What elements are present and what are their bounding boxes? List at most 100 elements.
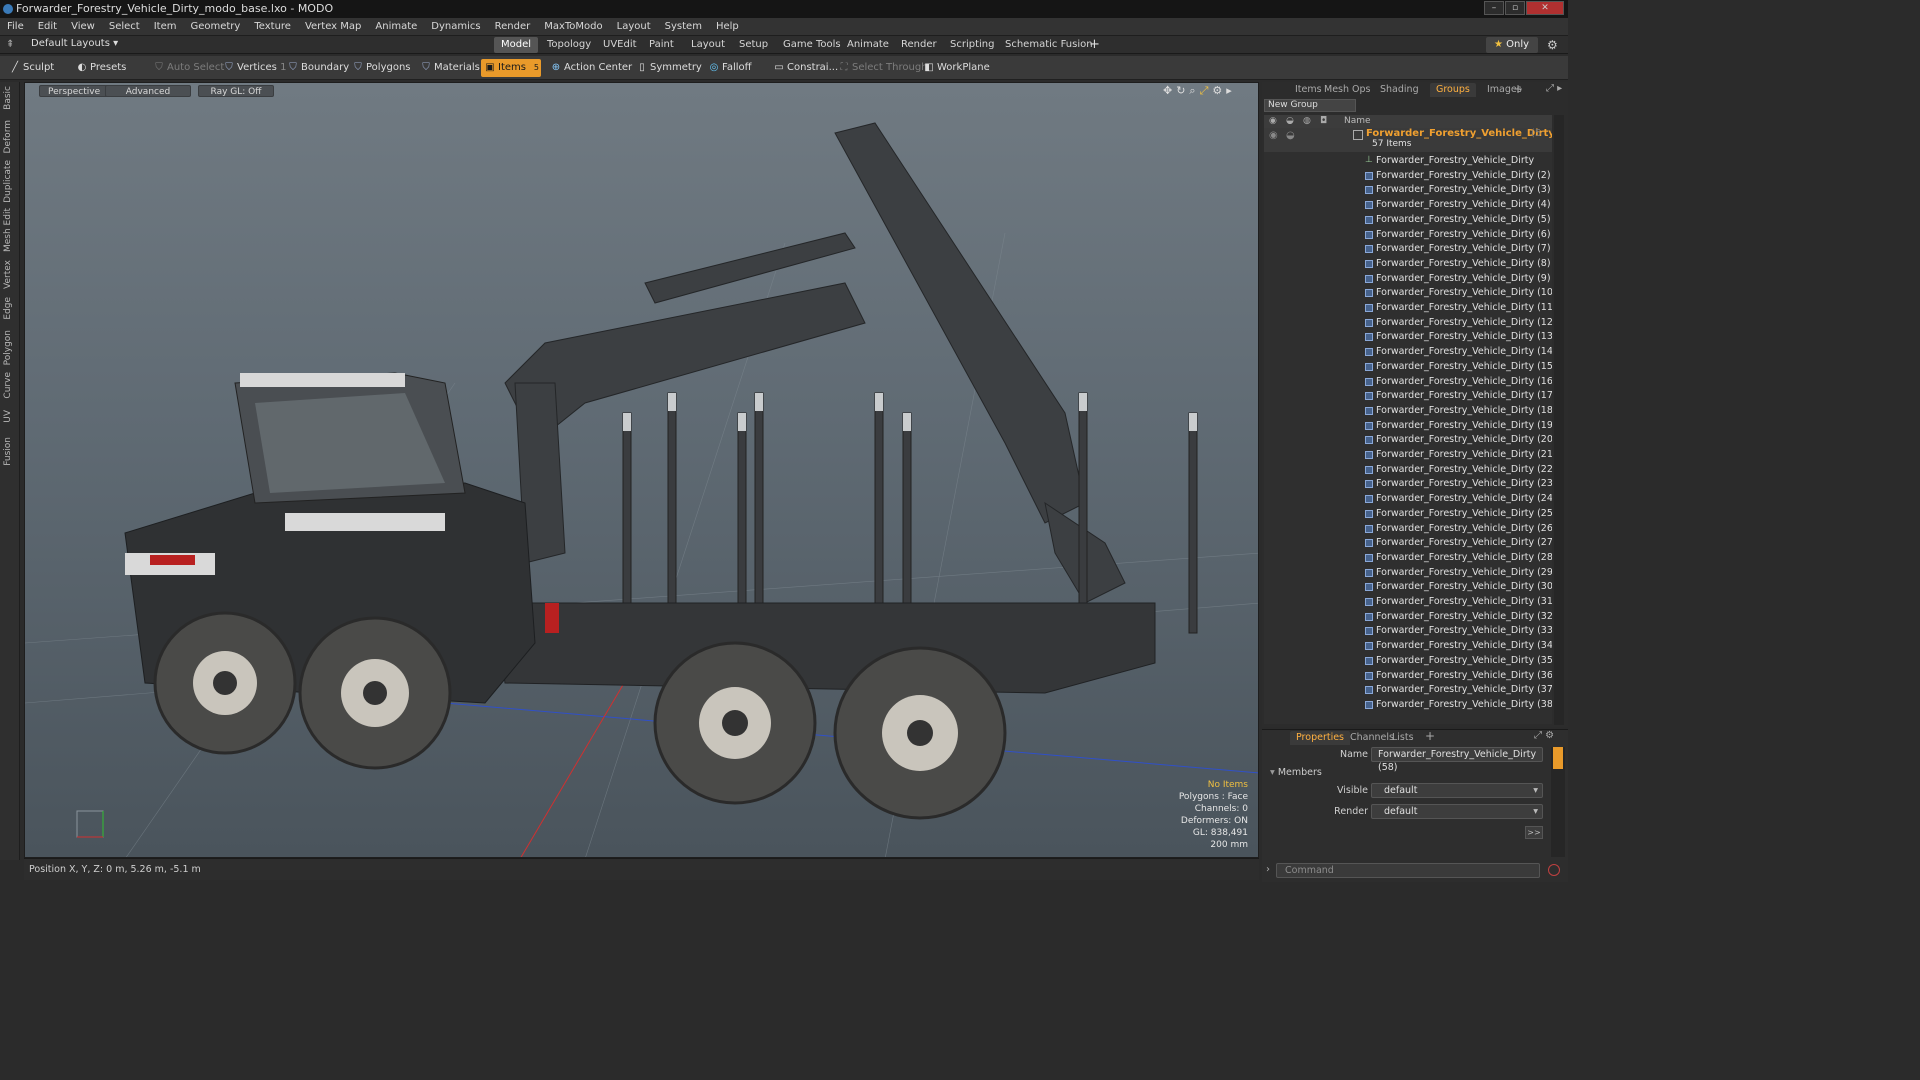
prop-tab-lists[interactable]: Lists [1386, 731, 1420, 745]
tab-topology[interactable]: Topology [540, 37, 598, 53]
tab-paint[interactable]: Paint [642, 37, 681, 53]
group-item-row[interactable]: Forwarder_Forestry_Vehicle_Dirty (17) [1264, 389, 1552, 404]
expand-button[interactable]: >> [1525, 826, 1543, 839]
tab-setup[interactable]: Setup [732, 37, 775, 53]
group-item-row[interactable]: Forwarder_Forestry_Vehicle_Dirty (7) [1264, 242, 1552, 257]
visible-dropdown[interactable]: default ▾ [1371, 783, 1543, 798]
items-button[interactable]: ▣ Items 5 [481, 59, 541, 77]
left-tab-basic[interactable]: Basic [3, 86, 17, 110]
add-properties-tab-icon[interactable]: + [1425, 729, 1435, 743]
left-tab-curve[interactable]: Curve [3, 372, 17, 399]
materials-button[interactable]: ⛉ Materials [417, 59, 484, 77]
properties-expand-icon[interactable]: ⤢ ⚙ [1534, 730, 1554, 741]
close-button[interactable]: ✕ [1526, 1, 1564, 15]
right-tab-shading[interactable]: Shading [1374, 83, 1425, 97]
group-item-row[interactable]: Forwarder_Forestry_Vehicle_Dirty (13) [1264, 330, 1552, 345]
render-toggle-icon[interactable]: ◒ [1286, 130, 1295, 141]
group-item-row[interactable]: Forwarder_Forestry_Vehicle_Dirty (30) [1264, 580, 1552, 595]
select-through-button[interactable]: ⛶ Select Through [835, 59, 932, 77]
group-item-row[interactable]: Forwarder_Forestry_Vehicle_Dirty (3) [1264, 183, 1552, 198]
command-input[interactable]: Command [1276, 863, 1540, 878]
group-item-row[interactable]: Forwarder_Forestry_Vehicle_Dirty (10) [1264, 286, 1552, 301]
maximize-button[interactable]: ▫ [1505, 1, 1525, 15]
group-row[interactable]: ◉ ◒ Forwarder_Forestry_Vehicle_Dirty (5 … [1264, 128, 1552, 152]
falloff-button[interactable]: ◎ Falloff [705, 59, 756, 77]
group-item-row[interactable]: Forwarder_Forestry_Vehicle_Dirty (14) [1264, 345, 1552, 360]
group-item-row[interactable]: Forwarder_Forestry_Vehicle_Dirty (6) [1264, 228, 1552, 243]
group-item-row[interactable]: Forwarder_Forestry_Vehicle_Dirty (33) [1264, 624, 1552, 639]
tab-render[interactable]: Render [894, 37, 944, 53]
group-item-row[interactable]: Forwarder_Forestry_Vehicle_Dirty (32) [1264, 610, 1552, 625]
tab-schematic-fusion[interactable]: Schematic Fusion [998, 37, 1100, 53]
tab-model[interactable]: Model [494, 37, 539, 53]
left-tab-duplicate[interactable]: Duplicate [3, 160, 17, 203]
group-item-row[interactable]: Forwarder_Forestry_Vehicle_Dirty (5) [1264, 213, 1552, 228]
name-column-header[interactable]: Name [1344, 115, 1371, 128]
vertices-button[interactable]: ⛉ Vertices 1 [220, 59, 290, 77]
name-field[interactable]: Forwarder_Forestry_Vehicle_Dirty (58) [1371, 747, 1543, 773]
left-tab-polygon[interactable]: Polygon [3, 330, 17, 365]
menu-view[interactable]: View [64, 18, 102, 36]
expand-panel-icon[interactable]: ⤢ ▸ [1546, 83, 1562, 94]
tab-scripting[interactable]: Scripting [943, 37, 1001, 53]
layout-arrow-icon[interactable]: ⇞ [6, 39, 14, 50]
visibility-icon[interactable]: ◉ [1269, 130, 1278, 141]
auto-select-button[interactable]: ⛉ Auto Select [150, 59, 228, 77]
orange-side-tab[interactable] [1553, 747, 1563, 769]
group-item-row[interactable]: Forwarder_Forestry_Vehicle_Dirty (24) [1264, 492, 1552, 507]
default-layouts-dropdown[interactable]: Default Layouts ▾ [31, 38, 118, 49]
left-tab-fusion[interactable]: Fusion [3, 437, 17, 466]
left-tab-uv[interactable]: UV [3, 410, 17, 423]
tab-layout[interactable]: Layout [684, 37, 732, 53]
menu-system[interactable]: System [658, 18, 709, 36]
tab-game-tools[interactable]: Game Tools [776, 37, 848, 53]
group-item-row[interactable]: ⊥ Forwarder_Forestry_Vehicle_Dirty [1264, 154, 1552, 169]
group-item-row[interactable]: Forwarder_Forestry_Vehicle_Dirty (37) [1264, 683, 1552, 698]
group-item-row[interactable]: Forwarder_Forestry_Vehicle_Dirty (9) [1264, 272, 1552, 287]
menu-maxtomodo[interactable]: MaxToModo [537, 18, 609, 36]
menu-animate[interactable]: Animate [368, 18, 424, 36]
group-item-row[interactable]: Forwarder_Forestry_Vehicle_Dirty (36) [1264, 669, 1552, 684]
group-item-row[interactable]: Forwarder_Forestry_Vehicle_Dirty (29) [1264, 566, 1552, 581]
tab-animate[interactable]: Animate [840, 37, 896, 53]
members-section[interactable]: ▾ Members [1270, 767, 1322, 778]
group-item-row[interactable]: Forwarder_Forestry_Vehicle_Dirty (21) [1264, 448, 1552, 463]
gear-icon[interactable]: ⚙ [1547, 38, 1558, 52]
group-item-row[interactable]: Forwarder_Forestry_Vehicle_Dirty (35) [1264, 654, 1552, 669]
menu-dynamics[interactable]: Dynamics [424, 18, 487, 36]
only-toggle[interactable]: ★ Only [1486, 37, 1538, 53]
menu-file[interactable]: File [0, 18, 31, 36]
new-group-button[interactable]: New Group [1264, 99, 1356, 112]
group-item-row[interactable]: Forwarder_Forestry_Vehicle_Dirty (31) [1264, 595, 1552, 610]
left-tab-edge[interactable]: Edge [3, 297, 17, 320]
menu-texture[interactable]: Texture [247, 18, 298, 36]
left-tab-vertex[interactable]: Vertex [3, 260, 17, 289]
menu-vertex-map[interactable]: Vertex Map [298, 18, 368, 36]
menu-select[interactable]: Select [102, 18, 147, 36]
add-panel-tab-icon[interactable]: + [1513, 82, 1523, 96]
right-tab-groups[interactable]: Groups [1430, 83, 1476, 97]
menu-render[interactable]: Render [488, 18, 538, 36]
group-item-row[interactable]: Forwarder_Forestry_Vehicle_Dirty (20) [1264, 433, 1552, 448]
workplane-button[interactable]: ◧ WorkPlane [920, 59, 994, 77]
group-item-row[interactable]: Forwarder_Forestry_Vehicle_Dirty (26) [1264, 522, 1552, 537]
right-tab-mesh-ops[interactable]: Mesh Ops [1318, 83, 1377, 97]
group-item-row[interactable]: Forwarder_Forestry_Vehicle_Dirty (11) [1264, 301, 1552, 316]
minimize-button[interactable]: – [1484, 1, 1504, 15]
menu-help[interactable]: Help [709, 18, 746, 36]
group-item-row[interactable]: Forwarder_Forestry_Vehicle_Dirty (12) [1264, 316, 1552, 331]
group-item-row[interactable]: Forwarder_Forestry_Vehicle_Dirty (34) [1264, 639, 1552, 654]
group-item-row[interactable]: Forwarder_Forestry_Vehicle_Dirty (18) [1264, 404, 1552, 419]
left-tab-mesh-edit[interactable]: Mesh Edit [3, 208, 17, 252]
menu-geometry[interactable]: Geometry [183, 18, 247, 36]
group-item-row[interactable]: Forwarder_Forestry_Vehicle_Dirty (4) [1264, 198, 1552, 213]
group-item-row[interactable]: Forwarder_Forestry_Vehicle_Dirty (19) [1264, 419, 1552, 434]
menu-edit[interactable]: Edit [31, 18, 64, 36]
group-item-row[interactable]: Forwarder_Forestry_Vehicle_Dirty (25) [1264, 507, 1552, 522]
polygons-button[interactable]: ⛉ Polygons [349, 59, 415, 77]
group-item-row[interactable]: Forwarder_Forestry_Vehicle_Dirty (16) [1264, 375, 1552, 390]
group-item-row[interactable]: Forwarder_Forestry_Vehicle_Dirty (8) [1264, 257, 1552, 272]
list-scrollbar[interactable] [1554, 115, 1564, 725]
presets-button[interactable]: ◐ Presets [73, 59, 130, 77]
action-center-button[interactable]: ⊕ Action Center [547, 59, 636, 77]
